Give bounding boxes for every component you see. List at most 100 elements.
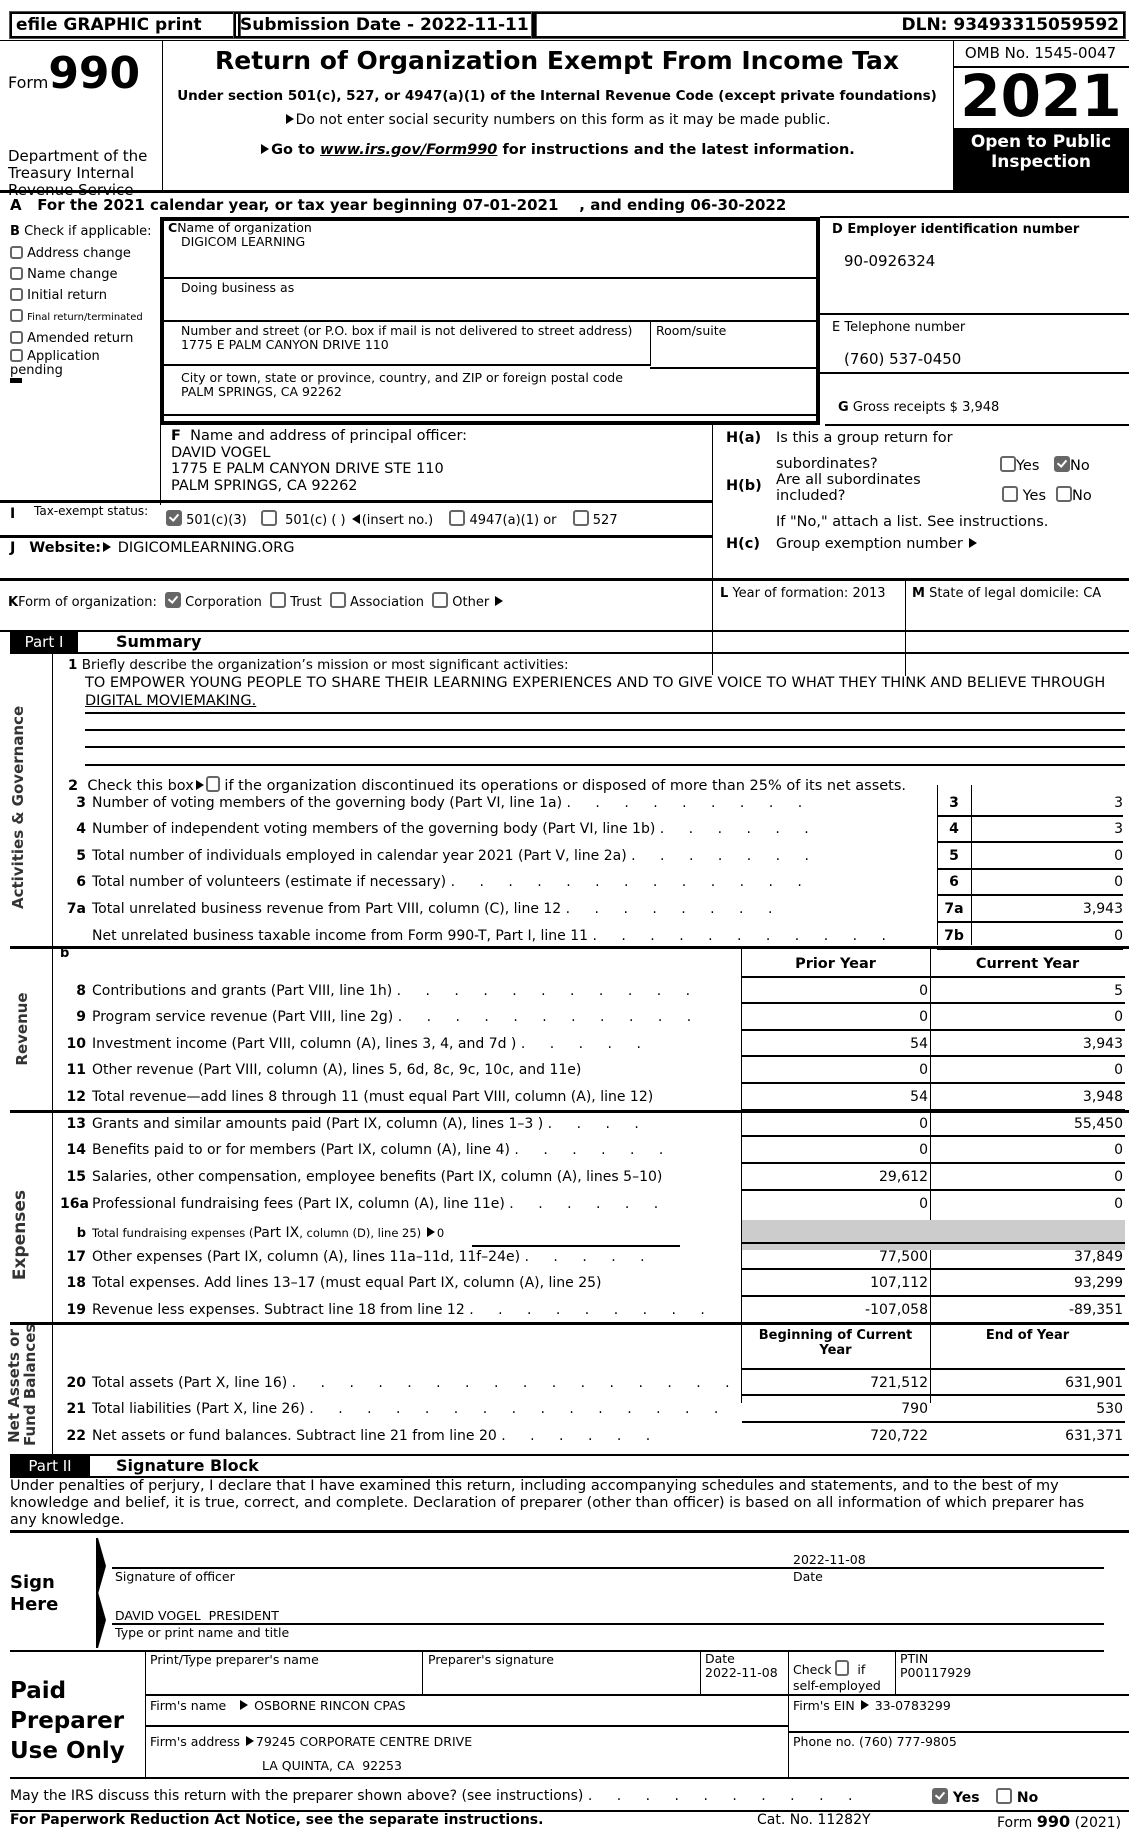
discuss-no[interactable]: No (996, 1788, 1038, 1806)
checkbox-icon[interactable] (10, 309, 23, 322)
prior-year-value: 0 (919, 1009, 928, 1025)
form-number: 990 (48, 48, 141, 99)
line-box-number: 5 (949, 848, 959, 864)
col-prior-year: Prior Year (795, 956, 876, 972)
checkbox-application-pending[interactable]: Application pending (10, 349, 110, 378)
leader-dots: . . . . (547, 1116, 649, 1132)
leader-dots: . . . . . . . . . . . . . . . (309, 1401, 729, 1417)
checkbox-checked-icon[interactable] (932, 1788, 948, 1804)
prior-year-value: 0 (919, 1116, 928, 1132)
checkbox-icon[interactable] (329, 592, 346, 608)
line-label: Professional fundraising fees (Part IX, … (92, 1196, 505, 1212)
line-number: 17 (66, 1249, 86, 1265)
option-other[interactable]: Other (432, 592, 489, 610)
leader-dots: . . . . . (520, 1036, 651, 1052)
line-label: Benefits paid to or for members (Part IX… (92, 1142, 510, 1158)
ha-no[interactable]: No (1054, 456, 1090, 474)
prior-year-value: 54 (910, 1089, 928, 1105)
arrow-icon (195, 780, 204, 790)
line-value: 3 (1114, 795, 1123, 811)
current-year-value: 55,450 (1074, 1116, 1123, 1132)
arrow-icon (245, 1736, 254, 1746)
form-of-organization: KForm of organization: Corporation Trust… (8, 592, 505, 610)
website-value[interactable]: DIGICOMLEARNING.ORG (118, 540, 295, 556)
checkbox-icon[interactable] (432, 592, 449, 608)
line-value: 3 (1114, 821, 1123, 837)
checkbox-checked-icon[interactable] (166, 510, 182, 526)
option-4947[interactable]: 4947(a)(1) or (449, 510, 557, 528)
omb-number: OMB No. 1545-0047 (964, 44, 1117, 62)
option-trust[interactable]: Trust (270, 592, 322, 610)
prior-year-value: 790 (901, 1401, 928, 1417)
prior-year-value: 0 (919, 1196, 928, 1212)
self-employed-check[interactable]: Check if self-employed (793, 1660, 881, 1694)
checkbox-icon[interactable] (835, 1660, 850, 1676)
line16b-shaded (742, 1220, 1125, 1250)
checkbox-address-change[interactable]: Address change (10, 243, 158, 264)
dln: DLN: 93493315059592 (531, 11, 1126, 39)
discontinued-checkbox[interactable] (205, 776, 220, 792)
ha-yes[interactable]: Yes (1000, 456, 1039, 474)
irs-link[interactable]: www.irs.gov/Form990 (320, 142, 497, 158)
instructions-notice: Go to www.irs.gov/Form990 for instructio… (162, 142, 952, 158)
line-number: 4 (76, 821, 86, 837)
current-year-value: 631,901 (1065, 1375, 1123, 1391)
form-title: Return of Organization Exempt From Incom… (215, 46, 899, 75)
checkbox-checked-icon[interactable] (164, 592, 181, 608)
prior-year-value: 107,112 (870, 1275, 928, 1291)
arrow-icon (860, 1700, 869, 1710)
expense-row: 13 Grants and similar amounts paid (Part … (60, 1116, 649, 1132)
checkbox-icon[interactable] (10, 267, 23, 280)
line-number: 10 (66, 1036, 86, 1052)
line-number: 15 (66, 1169, 86, 1185)
checkbox-icon[interactable] (1056, 486, 1072, 502)
current-year-value: 93,299 (1074, 1275, 1123, 1291)
leader-dots: . . . . . (524, 1249, 655, 1265)
form-word: Form (8, 73, 49, 92)
hb-no[interactable]: No (1056, 486, 1092, 504)
option-corporation[interactable]: Corporation (164, 592, 262, 610)
leader-dots: . . . . . . . . . . . . . (450, 874, 812, 890)
line-number: 13 (66, 1116, 86, 1132)
checkbox-amended-return[interactable]: Amended return (10, 328, 158, 349)
checkbox-icon[interactable] (1000, 456, 1016, 472)
checkbox-icon[interactable] (10, 288, 23, 301)
checkbox-icon[interactable] (572, 510, 589, 526)
line-box-number: 7a (944, 901, 964, 917)
line-label: Grants and similar amounts paid (Part IX… (92, 1116, 544, 1132)
checkbox-initial-return[interactable]: Initial return (10, 285, 158, 306)
leader-dots: . . . . . . (659, 821, 819, 837)
checkbox-icon[interactable] (260, 510, 277, 526)
checkbox-icon[interactable] (449, 510, 466, 526)
checkbox-icon[interactable] (10, 331, 23, 344)
firm-address-city: LA QUINTA, CA 92253 (262, 1758, 402, 1773)
checkbox-icon[interactable] (270, 592, 287, 608)
checkbox-name-change[interactable]: Name change (10, 264, 158, 285)
line1: 1 Briefly describe the organization’s mi… (68, 657, 569, 673)
prior-year-value: 29,612 (879, 1169, 928, 1185)
option-association[interactable]: Association (329, 592, 424, 610)
line-number: 12 (66, 1089, 86, 1105)
option-501c[interactable]: 501(c) ( ) (insert no.) (260, 510, 433, 528)
checkbox-final-return[interactable]: Final return/terminated (10, 306, 158, 328)
arrow-icon (240, 1700, 249, 1710)
signature-officer-label: Signature of officer (115, 1569, 235, 1584)
checkbox-icon[interactable] (10, 246, 23, 259)
discuss-yes[interactable]: Yes (932, 1788, 980, 1806)
hb-yes[interactable]: Yes (1002, 486, 1046, 504)
expense-row: 18 Total expenses. Add lines 13–17 (must … (60, 1275, 602, 1291)
leader-dots: . . . . . . . . . . . (396, 983, 701, 999)
option-501c3[interactable]: 501(c)(3) (166, 510, 247, 528)
line-label: Total number of individuals employed in … (92, 848, 627, 864)
checkbox-icon[interactable] (10, 349, 23, 362)
part2-label: Part II (10, 1456, 90, 1476)
leader-dots: . . . . . . (501, 1428, 661, 1444)
checkbox-icon[interactable] (996, 1788, 1012, 1804)
option-527[interactable]: 527 (572, 510, 618, 528)
phone-value: (760) 537-0450 (844, 350, 962, 368)
paid-preparer-heading: Paid Preparer Use Only (10, 1678, 125, 1764)
checkbox-icon[interactable] (1002, 486, 1018, 502)
line-label: Other revenue (Part VIII, column (A), li… (92, 1062, 582, 1078)
firm-address: Firm's address 79245 CORPORATE CENTRE DR… (150, 1734, 473, 1749)
checkbox-checked-icon[interactable] (1054, 456, 1070, 472)
